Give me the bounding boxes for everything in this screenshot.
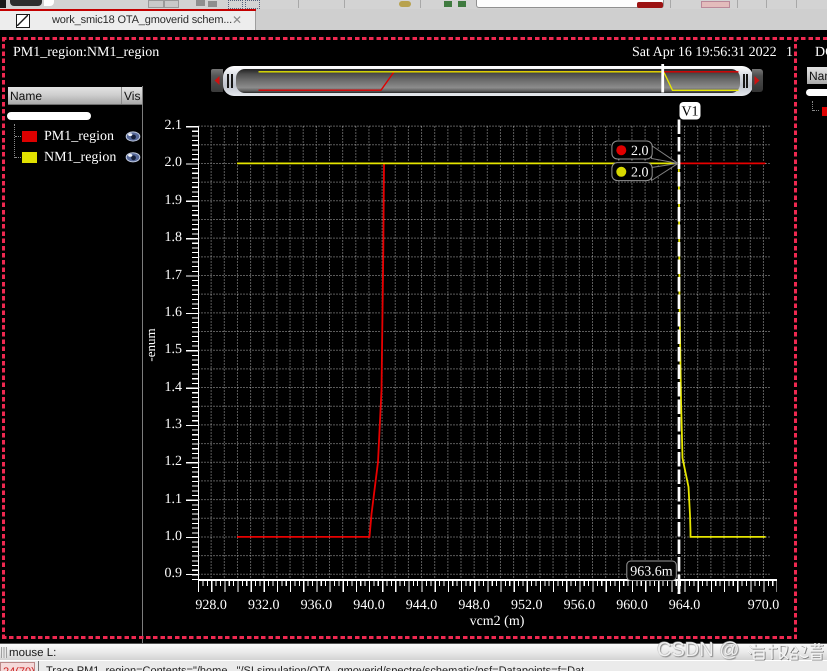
svg-text:963.6m: 963.6m	[630, 565, 673, 580]
svg-text:2.0: 2.0	[631, 166, 649, 181]
svg-text:V1: V1	[681, 105, 698, 120]
svg-text:2.0: 2.0	[631, 144, 649, 159]
